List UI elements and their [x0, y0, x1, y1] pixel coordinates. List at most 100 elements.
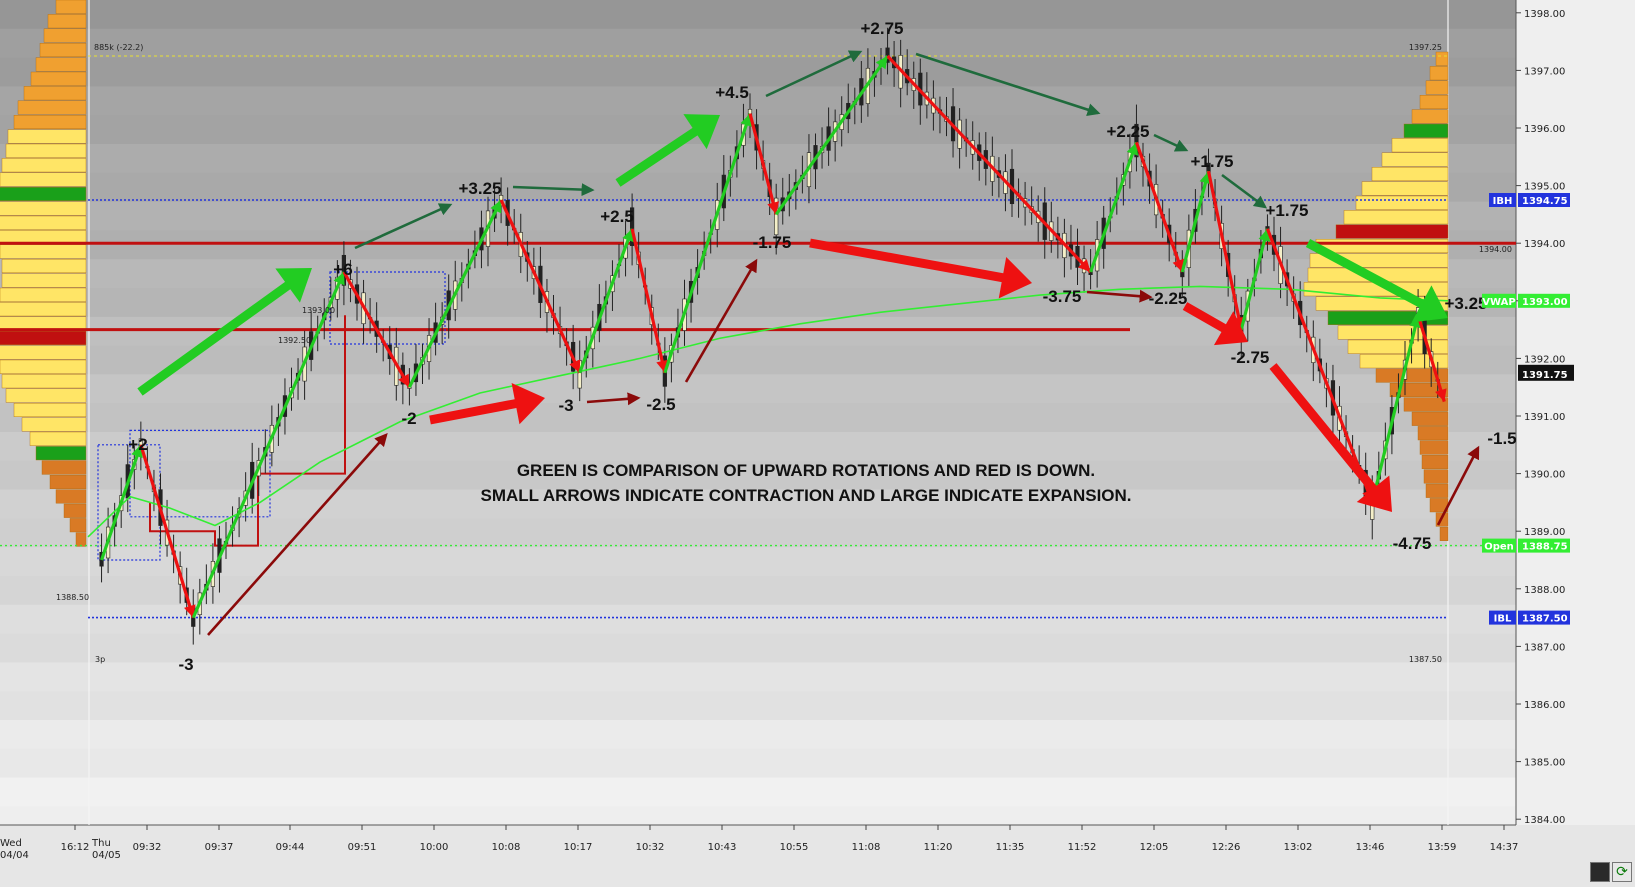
profile-right-row	[1371, 166, 1449, 181]
session-label-wed: Wed	[0, 838, 22, 849]
background-band	[0, 748, 1516, 779]
y-tick-label: 1392.00	[1524, 354, 1565, 365]
profile-left-row	[30, 71, 87, 86]
background-band	[0, 633, 1516, 663]
price-label: 1393.00	[302, 306, 335, 315]
time-axis-panel	[0, 825, 1635, 887]
profile-right-row	[1391, 138, 1449, 153]
profile-right-row	[1421, 455, 1449, 470]
background-band	[0, 777, 1516, 807]
x-tick-label: 09:37	[205, 842, 234, 853]
rotation-label: -2.25	[1149, 289, 1188, 308]
x-tick-label: 14:37	[1490, 842, 1519, 853]
y-tick-label: 1397.00	[1524, 66, 1565, 77]
profile-left-row	[0, 302, 87, 317]
profile-right-row	[1419, 94, 1449, 109]
profile-left-row	[0, 186, 87, 201]
profile-right-row	[1425, 483, 1449, 498]
level-name-label: VWAP	[1482, 297, 1515, 308]
rotation-label: -2.5	[646, 395, 675, 414]
profile-left-row	[0, 359, 87, 374]
x-tick-label: 09:51	[348, 842, 377, 853]
rotation-label: +6	[333, 260, 352, 279]
panel-toggle-button[interactable]	[1590, 862, 1610, 882]
y-tick-label: 1385.00	[1524, 758, 1565, 769]
y-tick-label: 1388.00	[1524, 585, 1565, 596]
session-label-thu: Thu	[91, 838, 111, 849]
level-name-label: IBL	[1494, 614, 1512, 625]
x-tick-label: 09:32	[133, 842, 162, 853]
profile-left-row	[41, 460, 87, 475]
high-price-label: 1397.25	[1409, 43, 1442, 52]
profile-right-row	[1315, 238, 1449, 253]
x-tick-label: 13:59	[1428, 842, 1457, 853]
profile-left-row	[1, 374, 87, 389]
profile-left-row	[47, 14, 87, 29]
x-tick-label: 12:26	[1212, 842, 1241, 853]
annotation-note: GREEN IS COMPARISON OF UPWARD ROTATIONS …	[517, 461, 1095, 480]
volume-note: 885k (-22.2)	[94, 43, 143, 52]
x-tick-label: 10:55	[780, 842, 809, 853]
profile-right-row	[1419, 440, 1449, 455]
profile-right-row	[1343, 210, 1449, 225]
price-label: 1388.50	[56, 593, 89, 602]
session-date-thu: 04/05	[92, 850, 121, 861]
rotation-label: +4.5	[715, 83, 749, 102]
profile-right-row	[1435, 51, 1449, 66]
x-tick-label: 11:08	[852, 842, 881, 853]
profile-left-row	[29, 431, 87, 446]
last-price-label: 1391.75	[1522, 370, 1568, 381]
rotation-label: -1.5	[1487, 429, 1516, 448]
y-tick-label: 1390.00	[1524, 470, 1565, 481]
level-name-label: IBH	[1493, 196, 1513, 207]
profile-right-row	[1403, 397, 1449, 412]
rotation-label: +2.75	[860, 19, 903, 38]
background-band	[0, 720, 1516, 750]
profile-right-row	[1411, 109, 1449, 124]
rotation-label: +2.25	[1106, 122, 1149, 141]
profile-right-row	[1381, 152, 1449, 167]
profile-left-row	[5, 143, 87, 158]
level-value-label: 1393.00	[1522, 297, 1568, 308]
profile-left-row	[21, 417, 87, 432]
annotation-note: SMALL ARROWS INDICATE CONTRACTION AND LA…	[480, 486, 1131, 505]
rotation-label: -2.75	[1231, 348, 1270, 367]
rotation-label: +1.75	[1265, 201, 1308, 220]
y-tick-label: 1386.00	[1524, 700, 1565, 711]
profile-left-row	[0, 287, 87, 302]
refresh-icon[interactable]: ⟳	[1612, 862, 1632, 882]
profile-left-row	[1, 273, 87, 288]
period-label: 3p	[95, 655, 105, 664]
price-label: 1392.50	[278, 336, 311, 345]
background-band	[0, 604, 1516, 635]
y-tick-label: 1387.00	[1524, 642, 1565, 653]
background-band	[0, 576, 1516, 606]
background-band	[0, 345, 1516, 375]
level-value-label: 1388.75	[1522, 542, 1568, 553]
level-value-label: 1394.75	[1522, 196, 1568, 207]
chart-area: +2 -3 +6 -2 +3.25 -3 +2.5 -2.5 +4.5 -1.75 +2.75 -3.…	[0, 0, 1635, 887]
profile-left-row	[23, 86, 87, 101]
profile-right-row	[1355, 195, 1449, 210]
rotation-label: +2	[128, 435, 147, 454]
background-band	[0, 57, 1516, 87]
profile-left-row	[35, 446, 87, 461]
profile-left-row	[0, 172, 87, 187]
rotation-label: -3	[558, 396, 573, 415]
profile-right-row	[1417, 426, 1449, 441]
y-tick-label: 1396.00	[1524, 124, 1565, 135]
level-value-label: 1387.50	[1522, 614, 1568, 625]
y-tick-label: 1391.00	[1524, 412, 1565, 423]
profile-right-row	[1439, 527, 1449, 542]
x-tick-label: 11:35	[996, 842, 1025, 853]
rotation-label: -3	[178, 655, 193, 674]
y-tick-label: 1384.00	[1524, 815, 1565, 826]
rotation-label: -2	[401, 409, 416, 428]
profile-left-row	[13, 403, 87, 418]
x-tick-label: 13:46	[1356, 842, 1385, 853]
profile-right-row	[1423, 469, 1449, 484]
x-tick-label: 10:43	[708, 842, 737, 853]
profile-right-row	[1411, 411, 1449, 426]
profile-left-row	[63, 503, 87, 518]
level-name-label: Open	[1484, 542, 1514, 553]
